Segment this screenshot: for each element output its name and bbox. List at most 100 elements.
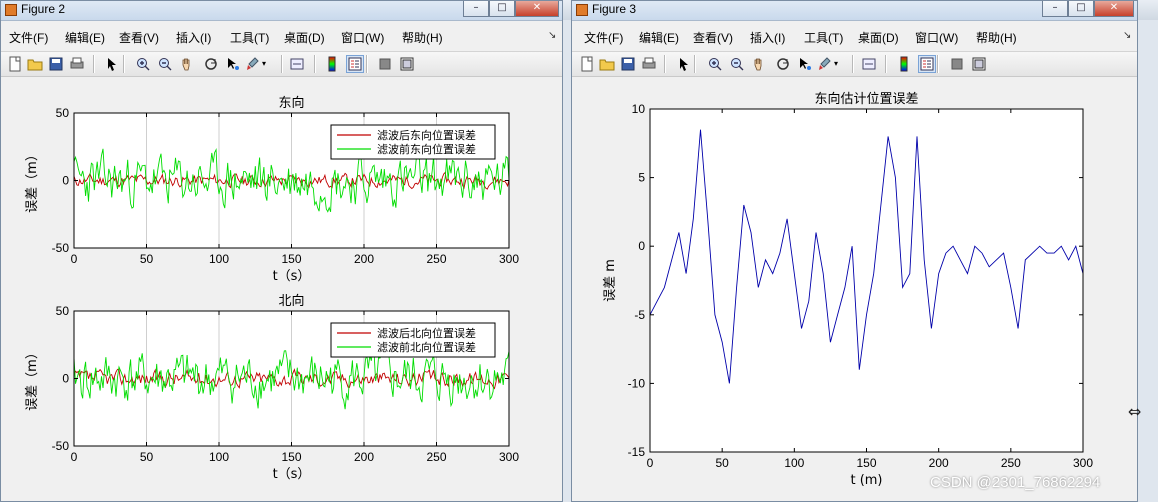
colorbar-icon[interactable] — [324, 56, 340, 72]
toolbar-separator — [937, 55, 939, 73]
x-axis-label: t（s） — [273, 467, 311, 482]
toolbar-separator — [885, 55, 887, 73]
maximize-button[interactable]: □ — [489, 1, 515, 17]
rotate-3d-icon[interactable] — [775, 56, 791, 72]
menu-item-6[interactable]: 窗口(W) — [341, 29, 384, 46]
y-tick-label: 5 — [638, 171, 645, 185]
link-plot-icon[interactable] — [289, 56, 305, 72]
x-tick-label: 50 — [140, 252, 154, 266]
menu-item-3[interactable]: 插入(I) — [176, 29, 211, 46]
titlebar[interactable]: Figure 3 – □ ✕ — [572, 1, 1137, 21]
x-tick-label: 300 — [499, 252, 519, 266]
brush-icon[interactable]: ▾ — [816, 56, 838, 72]
toolbar-separator — [852, 55, 854, 73]
zoom-out-icon[interactable] — [157, 56, 173, 72]
matlab-icon — [576, 4, 588, 16]
figure-canvas: 0 50 100 150 200 250 300 -50 0 50 东向 t（s） 误差（m） 滤波后东向… — [1, 77, 562, 501]
minimize-button[interactable]: – — [1042, 1, 1068, 17]
menu-item-7[interactable]: 帮助(H) — [976, 29, 1017, 46]
new-figure-icon[interactable] — [579, 56, 595, 72]
zoom-in-icon[interactable] — [135, 56, 151, 72]
legend-entry: 滤波前东向位置误差 — [377, 142, 476, 156]
legend[interactable]: 滤波后东向位置误差滤波前东向位置误差 — [330, 124, 496, 160]
menu-dock-arrow-icon[interactable]: ↘ — [1123, 30, 1131, 41]
legend[interactable]: 滤波后北向位置误差滤波前北向位置误差 — [330, 322, 496, 358]
colorbar-icon[interactable] — [896, 56, 912, 72]
menu-item-6[interactable]: 窗口(W) — [915, 29, 958, 46]
close-button[interactable]: ✕ — [515, 1, 559, 17]
close-button[interactable]: ✕ — [1094, 1, 1134, 17]
zoom-in-icon[interactable] — [707, 56, 723, 72]
hide-plot-tools-icon[interactable] — [949, 56, 965, 72]
x-tick-label: 150 — [281, 252, 301, 266]
menu-item-5[interactable]: 桌面(D) — [858, 29, 899, 46]
east-error-axes[interactable]: 0 50 100 150 200 250 300-50050东向t（s）误差（m）滤波后东向… — [1, 77, 562, 287]
maximize-button[interactable]: □ — [1068, 1, 1094, 17]
open-file-icon[interactable] — [599, 56, 615, 72]
link-plot-icon[interactable] — [861, 56, 877, 72]
menu-item-4[interactable]: 工具(T) — [804, 29, 843, 46]
menu-item-1[interactable]: 编辑(E) — [65, 29, 105, 46]
north-error-axes[interactable]: 0 50 100 150 200 250 300-50050北向t（s）误差（m）滤波后北向… — [1, 289, 562, 501]
menu-item-5[interactable]: 桌面(D) — [284, 29, 325, 46]
toolbar-separator — [366, 55, 368, 73]
menu-dock-arrow-icon[interactable]: ↘ — [548, 30, 556, 41]
menu-item-0[interactable]: 文件(F) — [584, 29, 623, 46]
menubar: 文件(F) 编辑(E) 查看(V) 插入(I) 工具(T) 桌面(D) 窗口(W) 帮助(H)… — [1, 27, 562, 47]
hide-plot-tools-icon[interactable] — [377, 56, 393, 72]
chart-title: 东向 — [278, 95, 304, 111]
menu-item-7[interactable]: 帮助(H) — [402, 29, 443, 46]
y-axis-label: 误差（m） — [25, 346, 40, 411]
print-icon[interactable] — [69, 56, 85, 72]
titlebar[interactable]: Figure 2 – □ ✕ — [1, 1, 562, 21]
toolbar-separator — [123, 55, 125, 73]
menu-item-3[interactable]: 插入(I) — [750, 29, 785, 46]
pan-hand-icon[interactable] — [179, 56, 195, 72]
show-plot-tools-icon[interactable] — [399, 56, 415, 72]
figure-toolbar: ▾ — [1, 51, 562, 77]
menu-item-2[interactable]: 查看(V) — [693, 29, 733, 46]
save-icon[interactable] — [620, 56, 636, 72]
y-axis-label: 误差（m） — [25, 148, 40, 213]
toolbar-separator — [93, 55, 95, 73]
new-figure-icon[interactable] — [7, 56, 23, 72]
pointer-icon[interactable] — [104, 56, 120, 72]
plot-area[interactable] — [650, 109, 1083, 452]
menu-item-4[interactable]: 工具(T) — [230, 29, 269, 46]
window-title: Figure 3 — [592, 2, 637, 16]
pointer-icon[interactable] — [676, 56, 692, 72]
y-tick-label: -5 — [634, 308, 645, 322]
data-cursor-icon[interactable] — [797, 56, 813, 72]
east-estimate-error-axes[interactable]: 0 50 100 150 200 250 300 -15 -10 -5 0 5 10 东向估计位置误差 t … — [572, 77, 1137, 501]
x-tick-label: 200 — [354, 450, 374, 464]
csdn-watermark: CSDN @2301_76862294 — [930, 474, 1101, 491]
x-tick-label: 250 — [426, 252, 446, 266]
dropdown-arrow-icon[interactable]: ▾ — [262, 59, 266, 68]
print-icon[interactable] — [641, 56, 657, 72]
y-tick-label: 10 — [632, 102, 646, 116]
zoom-out-icon[interactable] — [729, 56, 745, 72]
figure-2-window[interactable]: Figure 2 – □ ✕ 文件(F) 编辑(E) 查看(V) 插入(I) 工具(T)… — [0, 0, 563, 502]
x-tick-label: 100 — [784, 456, 804, 470]
open-file-icon[interactable] — [27, 56, 43, 72]
toolbar-separator — [694, 55, 696, 73]
figure-3-window[interactable]: Figure 3 – □ ✕ 文件(F) 编辑(E) 查看(V) 插入(I) 工具(T)… — [571, 0, 1138, 502]
dropdown-arrow-icon[interactable]: ▾ — [834, 59, 838, 68]
x-tick-label: 200 — [929, 456, 949, 470]
brush-icon[interactable]: ▾ — [244, 56, 266, 72]
y-tick-label: 0 — [62, 174, 69, 188]
x-tick-label: 0 — [647, 456, 654, 470]
minimize-button[interactable]: – — [463, 1, 489, 17]
menu-item-1[interactable]: 编辑(E) — [639, 29, 679, 46]
rotate-3d-icon[interactable] — [203, 56, 219, 72]
x-tick-label: 200 — [354, 252, 374, 266]
menu-item-2[interactable]: 查看(V) — [119, 29, 159, 46]
legend-icon[interactable] — [346, 55, 364, 73]
data-cursor-icon[interactable] — [225, 56, 241, 72]
show-plot-tools-icon[interactable] — [971, 56, 987, 72]
menu-item-0[interactable]: 文件(F) — [9, 29, 48, 46]
save-icon[interactable] — [48, 56, 64, 72]
toolbar-separator — [281, 55, 283, 73]
legend-icon[interactable] — [918, 55, 936, 73]
pan-hand-icon[interactable] — [751, 56, 767, 72]
